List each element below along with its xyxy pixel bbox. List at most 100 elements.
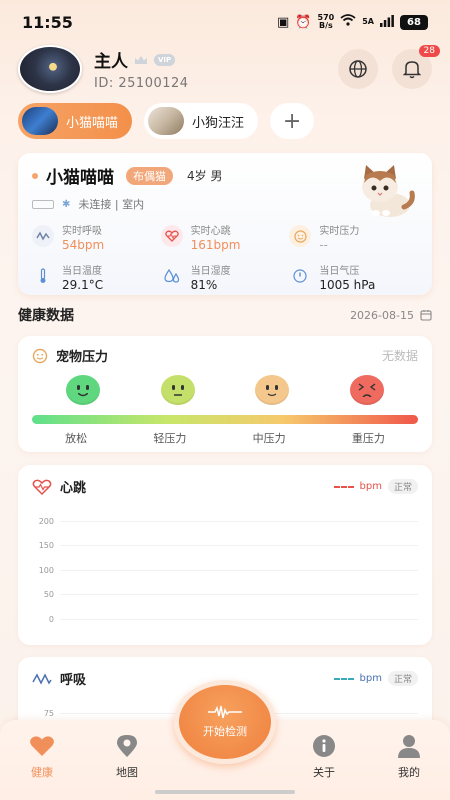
status-time: 11:55 bbox=[22, 12, 73, 32]
status-icons: ▣ ⏰ 570 B/s 5A 68 bbox=[277, 14, 428, 30]
y-tick-label: 0 bbox=[48, 614, 54, 624]
user-icon bbox=[398, 735, 420, 758]
metric-value: 54bpm bbox=[62, 238, 105, 252]
connection-status: 未连接 | 室内 bbox=[78, 198, 145, 211]
user-header: 主人 VIP ID: 25100124 28 bbox=[18, 44, 440, 94]
smile-icon bbox=[32, 348, 48, 363]
humidity-icon bbox=[161, 265, 183, 287]
smile-icon bbox=[289, 225, 312, 247]
date-picker[interactable]: 2026-08-15 bbox=[350, 309, 432, 322]
metric-label: 当日温度 bbox=[62, 266, 102, 277]
pressure-icon bbox=[289, 265, 311, 287]
heart-icon bbox=[32, 479, 52, 495]
y-tick-label: 75 bbox=[43, 708, 54, 718]
health-section-header: 健康数据 2026-08-15 bbox=[18, 305, 432, 325]
nav-label: 健康 bbox=[31, 766, 53, 779]
add-pet-button[interactable]: + bbox=[270, 103, 315, 139]
thermometer-icon bbox=[32, 265, 54, 287]
pet-info-card[interactable]: 小猫喵喵 布偶猫 4岁 男 ✱ 未连接 | 室内 实时呼吸 54bpm 实时心跳… bbox=[18, 153, 432, 295]
face-severe-icon bbox=[349, 375, 384, 405]
metric-stress: 实时压力 -- bbox=[289, 222, 418, 252]
calendar-icon bbox=[420, 310, 432, 321]
notification-button[interactable]: 28 bbox=[392, 45, 440, 89]
status-bar: 11:55 ▣ ⏰ 570 B/s 5A 68 bbox=[0, 0, 450, 44]
breath-icon bbox=[32, 672, 52, 685]
pet-thumbnail bbox=[22, 107, 58, 135]
vip-badge: VIP bbox=[154, 53, 176, 66]
breath-status: 正常 bbox=[387, 671, 418, 686]
device-battery-icon bbox=[32, 199, 54, 209]
heartbeat-status: 正常 bbox=[387, 479, 418, 494]
stress-level-label: 中压力 bbox=[252, 432, 286, 445]
stress-status: 无数据 bbox=[381, 349, 418, 363]
y-tick-label: 200 bbox=[38, 516, 54, 526]
metric-value: 81% bbox=[190, 278, 218, 292]
start-detection-label: 开始检测 bbox=[203, 725, 247, 738]
breath-icon bbox=[32, 225, 54, 247]
notification-badge: 28 bbox=[418, 45, 440, 57]
pet-tab-label: 小狗汪汪 bbox=[192, 115, 245, 131]
pet-tab-cat[interactable]: 小猫喵喵 bbox=[18, 103, 133, 139]
nav-about[interactable]: 关于 bbox=[294, 734, 354, 780]
legend-line bbox=[333, 485, 354, 488]
nfc-icon: ▣ bbox=[277, 14, 290, 30]
metric-value: -- bbox=[319, 238, 328, 252]
heartbeat-legend: bpm 正常 bbox=[333, 479, 418, 494]
pet-tab-label: 小猫喵喵 bbox=[66, 115, 119, 131]
health-title: 健康数据 bbox=[18, 308, 74, 324]
user-id-label: ID: bbox=[94, 76, 114, 91]
cat-illustration-icon bbox=[362, 165, 415, 217]
globe-icon bbox=[349, 60, 367, 78]
stress-title: 宠物压力 bbox=[56, 350, 109, 365]
metric-label: 实时压力 bbox=[319, 226, 360, 237]
wifi-icon bbox=[340, 14, 356, 30]
face-mild-icon bbox=[160, 375, 195, 405]
stress-level-label: 重压力 bbox=[351, 432, 385, 445]
nav-map[interactable]: 地图 bbox=[97, 734, 157, 780]
heart-icon bbox=[160, 225, 183, 247]
user-id-value: 25100124 bbox=[118, 76, 189, 91]
y-tick-label: 150 bbox=[38, 541, 54, 551]
crown-icon bbox=[134, 50, 148, 69]
heartbeat-card[interactable]: 心跳 bpm 正常 200 150 100 50 0 bbox=[18, 465, 432, 645]
pet-thumbnail bbox=[148, 107, 185, 135]
avatar[interactable] bbox=[18, 45, 82, 93]
nav-label: 关于 bbox=[313, 766, 335, 779]
heartbeat-title: 心跳 bbox=[60, 481, 87, 496]
nav-label: 地图 bbox=[116, 766, 138, 779]
nav-label: 我的 bbox=[398, 766, 420, 779]
breath-title: 呼吸 bbox=[60, 673, 87, 688]
metric-temperature: 当日温度 29.1°C bbox=[32, 262, 161, 292]
metric-label: 实时心跳 bbox=[190, 226, 231, 237]
map-pin-icon bbox=[117, 735, 137, 757]
battery-indicator: 68 bbox=[400, 14, 428, 30]
user-info: 主人 VIP ID: 25100124 bbox=[94, 47, 324, 91]
start-detection-button[interactable]: 开始检测 bbox=[174, 680, 276, 764]
y-tick-label: 50 bbox=[43, 590, 54, 600]
nav-mine[interactable]: 我的 bbox=[379, 734, 439, 780]
globe-button[interactable] bbox=[338, 49, 378, 89]
stress-faces bbox=[32, 375, 418, 405]
face-medium-icon bbox=[255, 375, 290, 405]
heart-nav-icon bbox=[30, 736, 54, 756]
plus-icon: + bbox=[282, 108, 302, 134]
alarm-icon: ⏰ bbox=[295, 14, 312, 30]
nav-health[interactable]: 健康 bbox=[12, 734, 72, 780]
metric-label: 当日气压 bbox=[319, 266, 360, 277]
signal-label: 5A bbox=[362, 17, 374, 26]
user-name: 主人 bbox=[94, 52, 128, 72]
stress-card[interactable]: 宠物压力 无数据 放松 轻压力 中压力 重压力 bbox=[18, 336, 432, 452]
legend-unit: bpm bbox=[359, 481, 382, 492]
pet-tab-dog[interactable]: 小狗汪汪 bbox=[144, 103, 259, 139]
breed-tag: 布偶猫 bbox=[126, 166, 173, 185]
legend-unit: bpm bbox=[359, 673, 382, 684]
metric-breath: 实时呼吸 54bpm bbox=[32, 222, 161, 252]
stress-level-labels: 放松 轻压力 中压力 重压力 bbox=[32, 430, 418, 446]
legend-line bbox=[333, 677, 354, 680]
y-tick-label: 100 bbox=[38, 565, 54, 575]
metric-value: 161bpm bbox=[190, 238, 241, 252]
metric-label: 实时呼吸 bbox=[62, 226, 102, 237]
heartbeat-chart: 200 150 100 50 0 bbox=[32, 509, 418, 632]
metric-humidity: 当日湿度 81% bbox=[161, 262, 290, 292]
metric-pressure: 当日气压 1005 hPa bbox=[289, 262, 418, 292]
